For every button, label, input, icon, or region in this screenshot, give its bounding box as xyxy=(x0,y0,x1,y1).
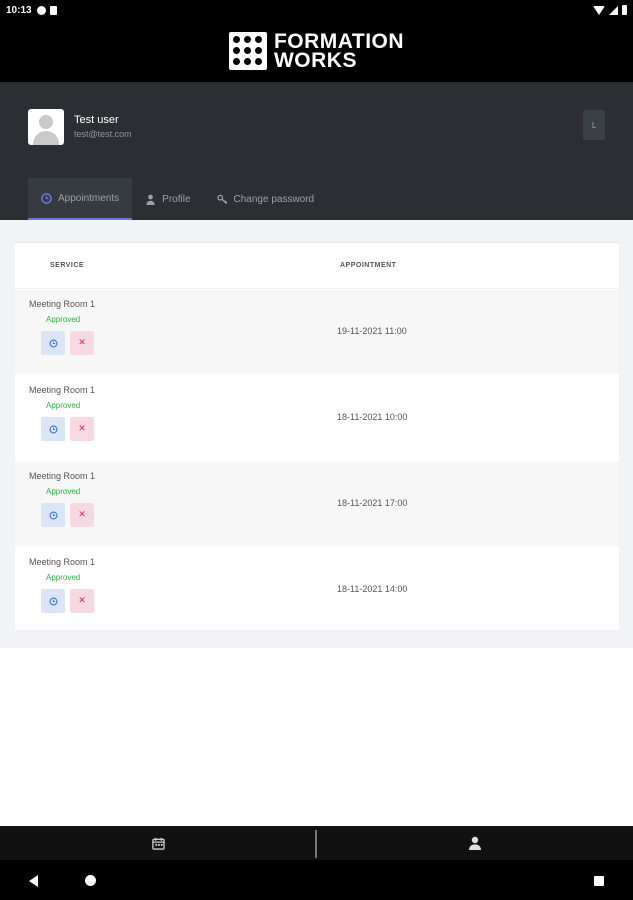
column-header-service: SERVICE xyxy=(50,262,85,269)
status-badge: Approved xyxy=(46,315,81,324)
table-header: SERVICE APPOINTMENT xyxy=(15,243,619,289)
close-icon: ✕ xyxy=(78,338,86,348)
status-time: 10:13 xyxy=(6,4,32,16)
wifi-icon xyxy=(593,5,605,15)
close-icon: ✕ xyxy=(78,424,86,434)
calendar-icon xyxy=(152,837,165,850)
table-row: Meeting Room 1 Approved ✕ 18-11-2021 10:… xyxy=(15,376,619,460)
profile-panel: Test user test@test.com L Appointments P… xyxy=(0,82,633,220)
tab-change-password[interactable]: Change password xyxy=(204,178,328,220)
user-email: test@test.com xyxy=(74,129,132,139)
back-icon[interactable] xyxy=(29,875,38,887)
table-row: Meeting Room 1 Approved ✕ 18-11-2021 17:… xyxy=(15,462,619,546)
status-badge: Approved xyxy=(46,573,81,582)
person-icon xyxy=(468,836,481,850)
appointments-table: SERVICE APPOINTMENT Meeting Room 1 Appro… xyxy=(15,242,619,630)
reschedule-button[interactable] xyxy=(41,589,65,613)
column-header-appointment: APPOINTMENT xyxy=(340,262,397,269)
cancel-button[interactable]: ✕ xyxy=(70,331,94,355)
tab-profile[interactable]: Profile xyxy=(132,178,203,220)
service-name: Meeting Room 1 xyxy=(29,299,96,309)
table-row: Meeting Room 1 Approved ✕ 18-11-2021 14:… xyxy=(15,548,619,632)
close-icon: ✕ xyxy=(78,596,86,606)
clock-icon xyxy=(49,597,57,605)
logo-mark-icon xyxy=(228,32,267,70)
system-navigation-bar xyxy=(0,860,633,900)
brand-line-2: WORKS xyxy=(273,49,357,72)
tab-appointments-label: Appointments xyxy=(58,192,120,204)
close-icon: ✕ xyxy=(78,510,86,520)
tab-appointments[interactable]: Appointments xyxy=(28,178,133,220)
tab-profile-label: Profile xyxy=(162,193,191,205)
user-icon xyxy=(146,194,155,205)
clock-icon xyxy=(49,511,57,519)
clock-icon xyxy=(49,425,57,433)
clock-icon xyxy=(41,192,52,204)
cancel-button[interactable]: ✕ xyxy=(70,589,94,613)
reschedule-button[interactable] xyxy=(41,503,65,527)
table-row: Meeting Room 1 Approved ✕ 19-11-2021 11:… xyxy=(15,290,619,374)
sd-card-icon xyxy=(49,5,57,15)
nav-appointments[interactable] xyxy=(0,826,317,860)
battery-icon xyxy=(622,5,627,15)
status-badge: Approved xyxy=(46,401,81,410)
avatar-body-icon xyxy=(33,131,59,145)
avatar-head-icon xyxy=(39,115,53,129)
avatar xyxy=(28,109,64,145)
recents-icon[interactable] xyxy=(594,876,604,886)
reschedule-button[interactable] xyxy=(41,331,65,355)
cancel-button[interactable]: ✕ xyxy=(70,503,94,527)
reschedule-button[interactable] xyxy=(41,417,65,441)
key-icon xyxy=(216,194,227,204)
logout-button[interactable]: L xyxy=(583,110,605,140)
service-name: Meeting Room 1 xyxy=(29,557,96,567)
bottom-nav xyxy=(0,826,633,860)
nav-profile[interactable] xyxy=(317,826,633,860)
cancel-button[interactable]: ✕ xyxy=(70,417,94,441)
signal-icon xyxy=(609,5,618,15)
google-icon xyxy=(36,5,46,15)
appointment-datetime: 18-11-2021 17:00 xyxy=(337,498,408,508)
brand-name: FORMATION WORKS xyxy=(273,31,404,72)
home-icon[interactable] xyxy=(85,875,96,886)
user-name: Test user xyxy=(74,114,119,126)
appointment-datetime: 19-11-2021 11:00 xyxy=(337,326,407,336)
clock-icon xyxy=(49,339,57,347)
nav-divider xyxy=(315,830,317,858)
tab-bar: Appointments Profile Change password xyxy=(28,178,327,220)
status-bar: 10:13 xyxy=(0,0,633,20)
appointment-datetime: 18-11-2021 14:00 xyxy=(337,584,408,594)
brand-header: FORMATION WORKS xyxy=(0,20,633,82)
content-area: SERVICE APPOINTMENT Meeting Room 1 Appro… xyxy=(0,220,633,648)
brand-logo: FORMATION WORKS xyxy=(228,31,404,72)
service-name: Meeting Room 1 xyxy=(29,385,96,395)
appointment-datetime: 18-11-2021 10:00 xyxy=(337,412,408,422)
service-name: Meeting Room 1 xyxy=(29,471,96,481)
status-badge: Approved xyxy=(46,487,81,496)
tab-change-password-label: Change password xyxy=(233,193,315,205)
